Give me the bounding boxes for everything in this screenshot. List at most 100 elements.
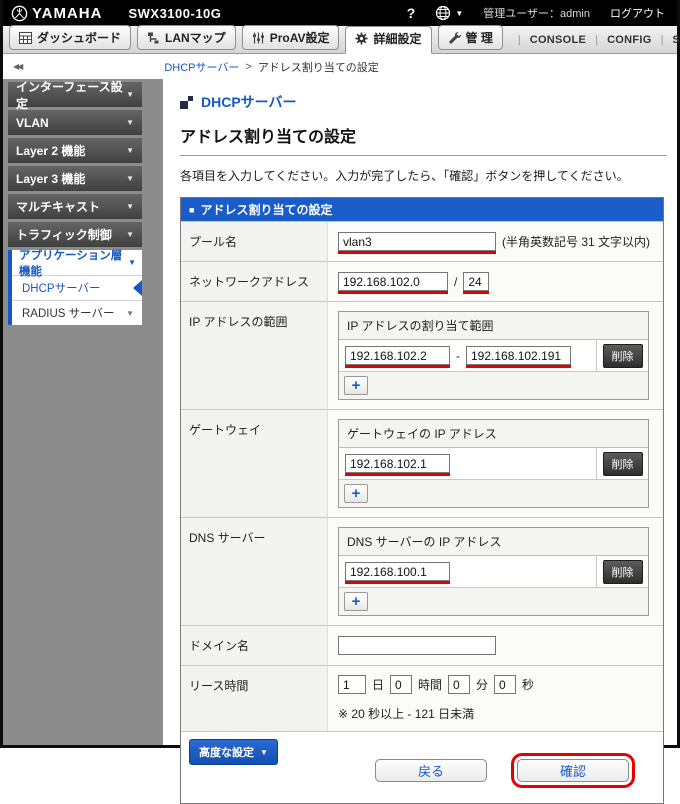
tab-management[interactable]: 管 理 bbox=[438, 25, 503, 50]
sidebar-item-multicast[interactable]: マルチキャスト ▼ bbox=[8, 194, 142, 219]
pool-name-input[interactable] bbox=[338, 232, 496, 251]
link-config[interactable]: CONFIG bbox=[607, 34, 652, 46]
domain-name-input[interactable] bbox=[338, 636, 496, 655]
back-button[interactable]: 戻る bbox=[375, 759, 487, 782]
network-address-input[interactable] bbox=[338, 272, 448, 291]
sidebar-item-application-layer[interactable]: アプリケーション層機能 ▼ bbox=[12, 250, 142, 275]
lan-map-icon bbox=[147, 32, 160, 44]
breadcrumb-current: アドレス割り当ての設定 bbox=[258, 59, 379, 75]
dns-table-header: DNS サーバーの IP アドレス bbox=[339, 528, 596, 555]
square-bullet-icon: ■ bbox=[189, 205, 194, 215]
sidebar-item-interface-settings[interactable]: インターフェース設定 ▼ bbox=[8, 82, 142, 107]
sidebar-collapse-icon[interactable]: ◀◀ bbox=[13, 62, 21, 71]
add-ip-range-button[interactable]: + bbox=[344, 376, 368, 395]
form-row-domain: ドメイン名 bbox=[181, 625, 663, 665]
page-title: アドレス割り当ての設定 bbox=[180, 123, 667, 156]
section-squares-icon bbox=[180, 96, 193, 109]
add-gateway-button[interactable]: + bbox=[344, 484, 368, 503]
sidebar-item-vlan[interactable]: VLAN ▼ bbox=[8, 110, 142, 135]
tab-bar: ダッシュボード LANマップ ProAV設定 bbox=[3, 26, 677, 54]
link-syslog[interactable]: SYSLOG bbox=[673, 34, 680, 46]
pool-name-label: プール名 bbox=[181, 222, 328, 261]
sidebar-item-label: RADIUS サーバー bbox=[22, 305, 115, 321]
quick-links: | CONSOLE | CONFIG | SYSLOG | TECHINFO bbox=[509, 34, 680, 53]
form-row-network-address: ネットワークアドレス / bbox=[181, 261, 663, 301]
instruction-text: 各項目を入力してください。入力が完了したら、「確認」ボタンを押してください。 bbox=[180, 167, 667, 184]
wrench-icon bbox=[448, 31, 461, 44]
tab-label: ダッシュボード bbox=[37, 29, 121, 46]
form-footer: 高度な設定 ▼ 戻る 確認 bbox=[181, 731, 663, 803]
dashboard-icon bbox=[19, 32, 32, 44]
chevron-down-icon: ▼ bbox=[260, 748, 268, 757]
sidebar-item-radius-server[interactable]: RADIUS サーバー ▼ bbox=[12, 300, 142, 325]
dns-row: 削除 bbox=[339, 556, 648, 587]
language-selector[interactable]: ▼ bbox=[435, 5, 463, 21]
sidebar-item-layer3[interactable]: Layer 3 機能 ▼ bbox=[8, 166, 142, 191]
gateway-row: 削除 bbox=[339, 448, 648, 479]
lease-days-unit: 日 bbox=[372, 676, 384, 693]
sidebar-item-layer2[interactable]: Layer 2 機能 ▼ bbox=[8, 138, 142, 163]
lease-minutes-input[interactable] bbox=[448, 675, 470, 694]
app-window: YAMAHA SWX3100-10G ? ▼ 管理ユーザー：admin ログアウ… bbox=[0, 0, 680, 748]
logout-link[interactable]: ログアウト bbox=[610, 5, 665, 21]
advanced-settings-button[interactable]: 高度な設定 ▼ bbox=[189, 739, 278, 765]
tab-label: 管 理 bbox=[466, 29, 493, 46]
ip-range-row: - 削除 bbox=[339, 340, 648, 371]
breadcrumb-separator: > bbox=[245, 61, 251, 73]
tab-dashboard[interactable]: ダッシュボード bbox=[9, 25, 131, 50]
lease-note: ※ 20 秒以上 - 121 日未満 bbox=[338, 705, 653, 722]
add-dns-button[interactable]: + bbox=[344, 592, 368, 611]
sidebar-item-traffic-control[interactable]: トラフィック制御 ▼ bbox=[8, 222, 142, 247]
confirm-button[interactable]: 確認 bbox=[517, 759, 629, 782]
gateway-ip-input[interactable] bbox=[345, 454, 450, 473]
sidebar-item-dhcp-server[interactable]: DHCPサーバー bbox=[12, 275, 142, 300]
breadcrumb-parent-link[interactable]: DHCPサーバー bbox=[164, 59, 239, 75]
ip-range-table-header: IP アドレスの割り当て範囲 bbox=[339, 312, 596, 339]
section-title: DHCPサーバー bbox=[180, 92, 667, 112]
help-icon[interactable]: ? bbox=[407, 5, 416, 21]
tab-advanced-settings[interactable]: 詳細設定 bbox=[345, 26, 431, 54]
form-row-dns: DNS サーバー DNS サーバーの IP アドレス bbox=[181, 517, 663, 625]
advanced-settings-label: 高度な設定 bbox=[199, 744, 254, 760]
tab-lan-map[interactable]: LANマップ bbox=[137, 25, 236, 50]
network-address-label: ネットワークアドレス bbox=[181, 262, 328, 301]
brand-name: YAMAHA bbox=[32, 5, 102, 22]
prefix-length-input[interactable] bbox=[463, 272, 489, 291]
delete-gateway-button[interactable]: 削除 bbox=[603, 452, 643, 476]
ip-range-end-input[interactable] bbox=[466, 346, 571, 365]
brand: YAMAHA bbox=[11, 5, 102, 22]
sidebar-item-label: Layer 2 機能 bbox=[16, 142, 85, 159]
range-dash: - bbox=[456, 349, 460, 363]
delete-ip-range-button[interactable]: 削除 bbox=[603, 344, 643, 368]
breadcrumb-bar: ◀◀ DHCPサーバー > アドレス割り当ての設定 bbox=[3, 54, 677, 79]
divider: | bbox=[518, 34, 521, 46]
dns-table: DNS サーバーの IP アドレス 削除 bbox=[338, 527, 649, 616]
chevron-down-icon: ▼ bbox=[126, 230, 134, 239]
selected-marker-icon bbox=[133, 280, 142, 296]
chevron-down-icon: ▼ bbox=[126, 202, 134, 211]
chevron-down-icon: ▼ bbox=[126, 118, 134, 127]
dns-ip-input[interactable] bbox=[345, 562, 450, 581]
lease-label: リース時間 bbox=[181, 666, 328, 731]
settings-form: ■ アドレス割り当ての設定 プール名 (半角英数記号 31 文字以内) ネットワ… bbox=[180, 197, 664, 804]
delete-dns-button[interactable]: 削除 bbox=[603, 560, 643, 584]
sidebar-item-label: アプリケーション層機能 bbox=[19, 247, 128, 279]
lease-days-input[interactable] bbox=[338, 675, 366, 694]
lease-seconds-input[interactable] bbox=[494, 675, 516, 694]
breadcrumb: DHCPサーバー > アドレス割り当ての設定 bbox=[164, 59, 379, 75]
link-console[interactable]: CONSOLE bbox=[530, 34, 587, 46]
sliders-icon bbox=[252, 32, 265, 44]
ip-range-start-input[interactable] bbox=[345, 346, 450, 365]
ip-range-label: IP アドレスの範囲 bbox=[181, 302, 328, 409]
globe-icon bbox=[435, 5, 451, 21]
form-row-gateway: ゲートウェイ ゲートウェイの IP アドレス bbox=[181, 409, 663, 517]
form-row-lease: リース時間 日 時間 分 秒 ※ 20 秒以上 - 121 日未満 bbox=[181, 665, 663, 731]
chevron-down-icon: ▼ bbox=[126, 174, 134, 183]
lease-hours-input[interactable] bbox=[390, 675, 412, 694]
pool-name-note: (半角英数記号 31 文字以内) bbox=[502, 233, 650, 250]
logged-in-user: 管理ユーザー：admin bbox=[483, 5, 590, 21]
tab-proav-settings[interactable]: ProAV設定 bbox=[242, 25, 340, 50]
form-header: ■ アドレス割り当ての設定 bbox=[181, 198, 663, 221]
sidebar-item-label: インターフェース設定 bbox=[16, 78, 126, 112]
sidebar-group-application-layer: アプリケーション層機能 ▼ DHCPサーバー RADIUS サーバー ▼ bbox=[8, 250, 142, 325]
